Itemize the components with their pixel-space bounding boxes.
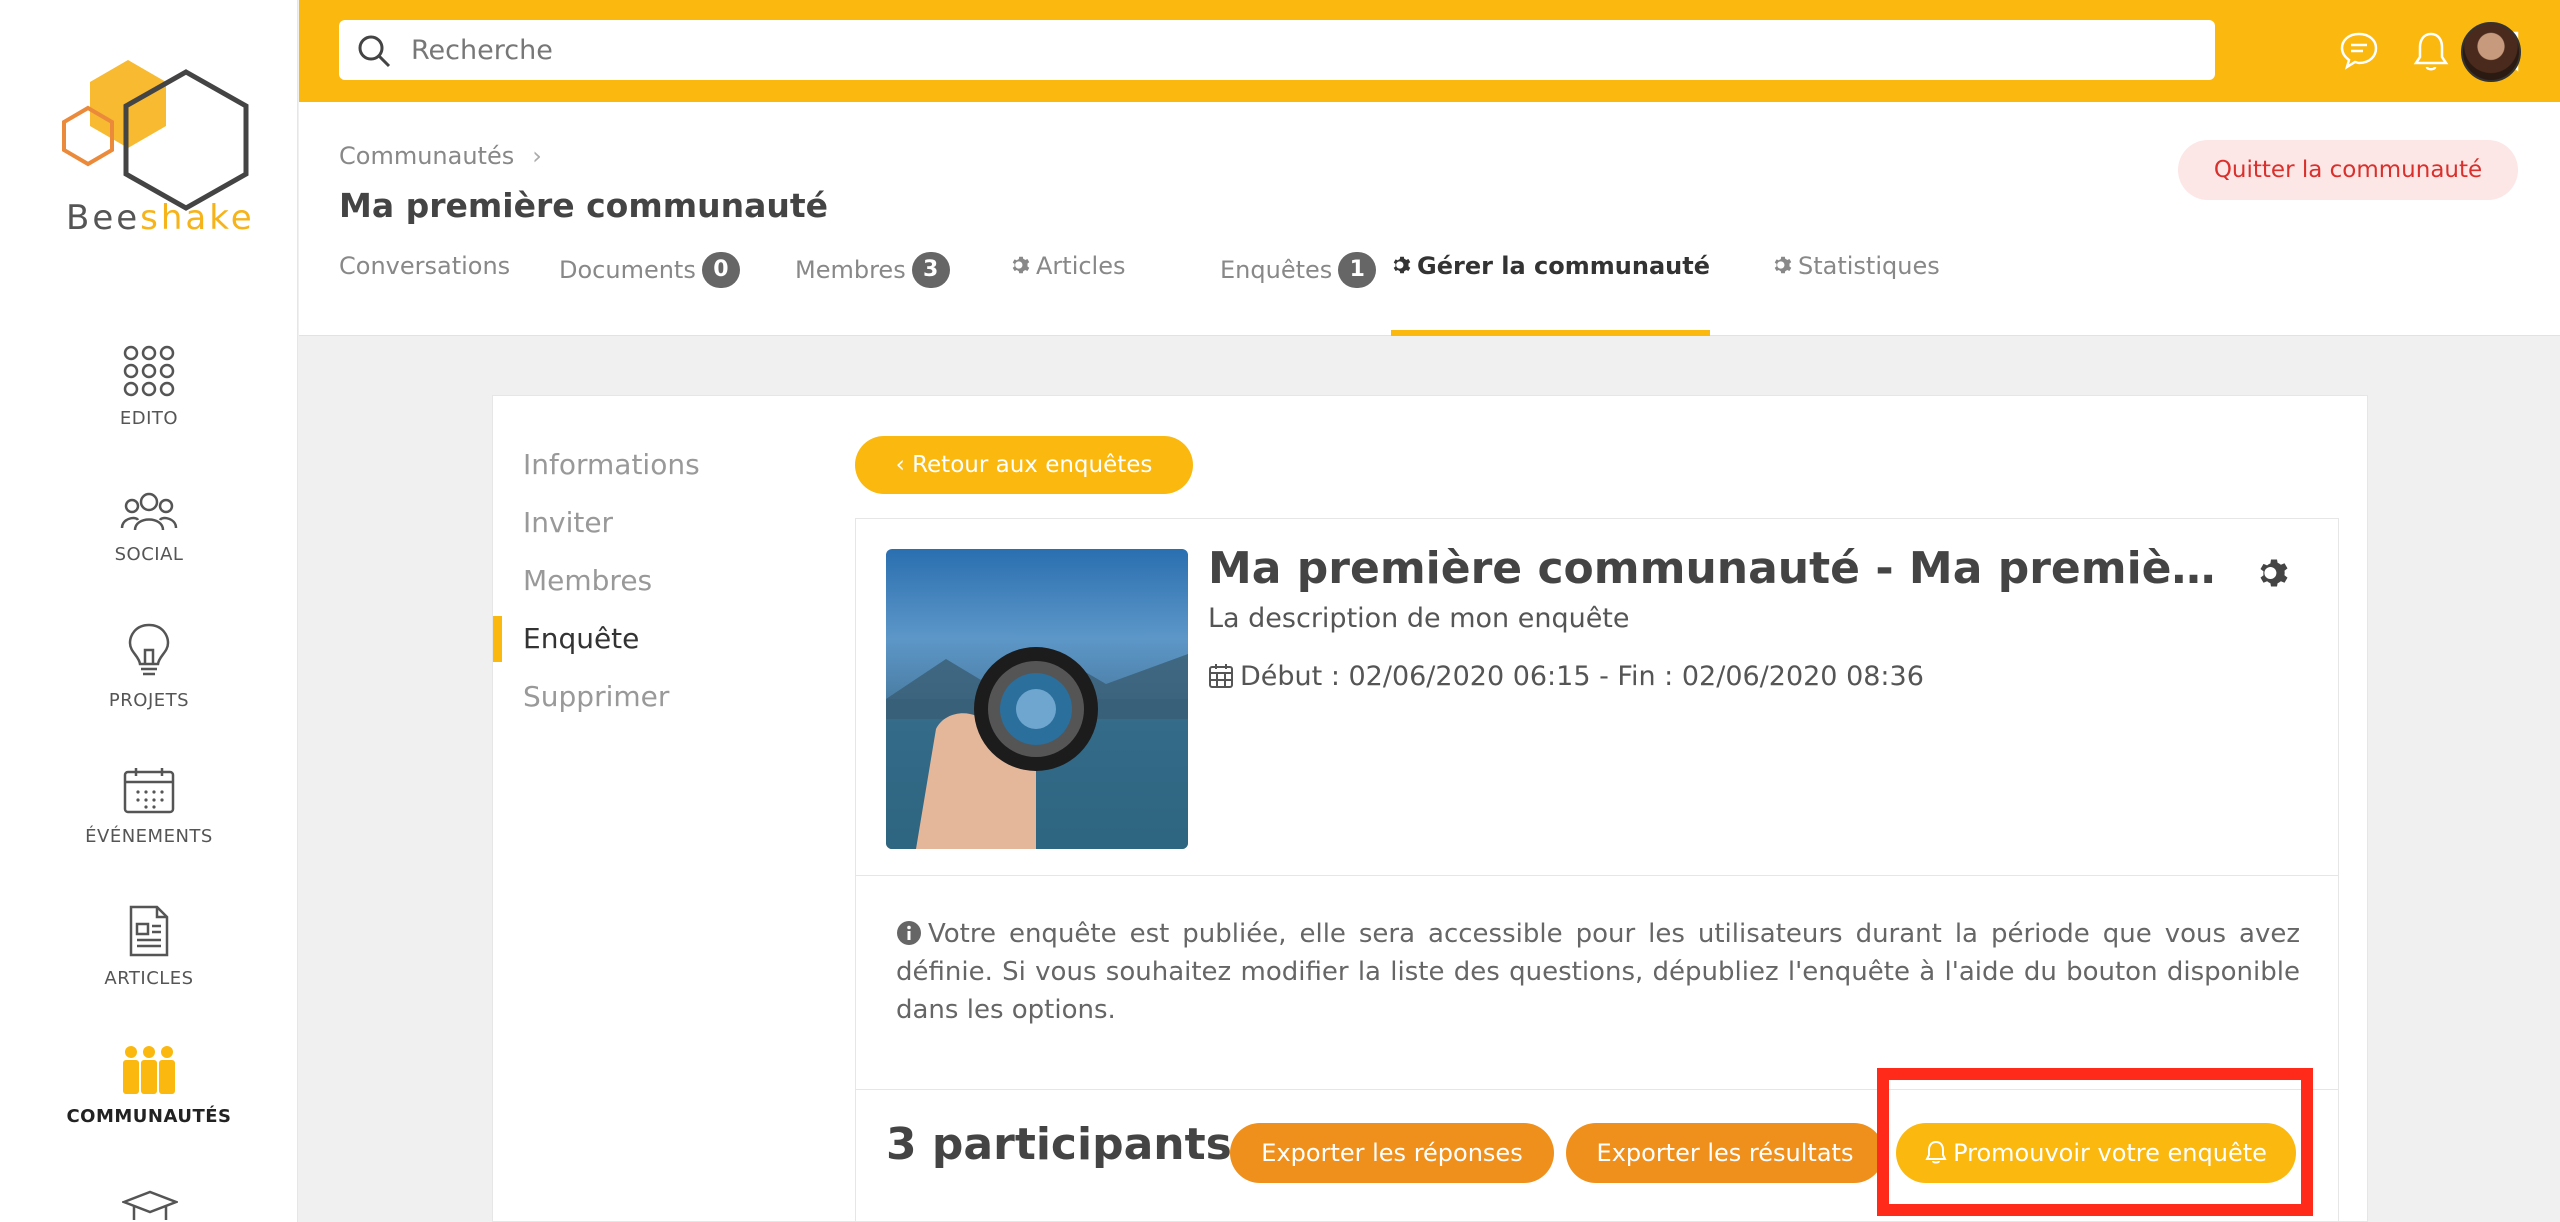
quit-community-button[interactable]: Quitter la communauté [2178,140,2518,200]
community-header: Communautés › Ma première communauté Quit… [299,102,2560,336]
subnav-inviter[interactable]: Inviter [493,494,813,552]
left-sidebar: Beeshake EDITO SOCIAL PROJETS ÉVÉNEMENTS… [0,0,298,1222]
sidebar-item-social[interactable]: SOCIAL [0,490,298,565]
page-title: Ma première communauté [339,186,829,225]
community-icon [123,1046,175,1094]
tab-articles[interactable]: Articles [1010,252,1126,336]
sidebar-item-evenements[interactable]: ÉVÉNEMENTS [0,766,298,847]
sidebar-item-communautes[interactable]: COMMUNAUTÉS [0,1044,298,1127]
sidebar-item-edito[interactable]: EDITO [0,344,298,429]
subnav-informations[interactable]: Informations [493,436,813,494]
survey-dates: Début : 02/06/2020 06:15 - Fin : 02/06/2… [1208,661,1924,692]
breadcrumb: Communautés › [339,142,542,170]
subnav-supprimer[interactable]: Supprimer [493,668,813,726]
publish-notice: Votre enquête est publiée, elle sera acc… [896,919,2300,1025]
search-box[interactable] [339,20,2215,80]
enquetes-count-badge: 1 [1338,252,1377,288]
chevron-left-icon: ‹ [895,452,913,478]
chevron-right-icon: › [532,142,542,170]
info-icon [897,921,921,945]
survey-description: La description de mon enquête [1208,603,1630,634]
user-avatar[interactable] [2461,22,2521,82]
subnav-enquete[interactable]: Enquête [493,610,813,668]
tab-gerer-communaute[interactable]: Gérer la communauté [1391,252,1710,336]
search-icon [358,35,391,68]
bell-icon[interactable] [2413,30,2449,72]
calendar-icon [123,768,175,814]
survey-settings-gear-icon[interactable] [2256,555,2292,591]
tab-conversations[interactable]: Conversations [339,252,510,336]
membres-count-badge: 3 [911,252,950,288]
sidebar-item-articles[interactable]: ARTICLES [0,904,298,989]
search-input[interactable] [411,30,2191,70]
calendar-icon [1209,664,1233,688]
export-results-button[interactable]: Exporter les résultats [1566,1123,1884,1183]
people-icon [120,492,178,531]
grid-dots-icon [123,345,175,397]
highlight-box [1877,1068,2313,1216]
sidebar-item-projets[interactable]: PROJETS [0,622,298,711]
top-bar [299,0,2560,102]
graduation-cap-icon[interactable] [122,1190,178,1222]
tab-statistiques[interactable]: Statistiques [1772,252,1940,336]
gear-icon [1012,256,1030,274]
subnav-membres[interactable]: Membres [493,552,813,610]
manage-subnav: Informations Inviter Membres Enquête Sup… [493,436,813,726]
participants-count: 3 participants [886,1119,1232,1170]
lightbulb-icon [128,623,170,676]
gear-icon [1774,256,1792,274]
survey-title: Ma première communauté - Ma première com… [1208,543,2228,594]
export-answers-button[interactable]: Exporter les réponses [1230,1123,1554,1183]
brand-name: Beeshake [66,198,255,238]
back-to-surveys-button[interactable]: ‹ Retour aux enquêtes [855,436,1193,494]
document-icon [129,905,169,957]
survey-thumbnail [886,549,1188,849]
documents-count-badge: 0 [701,252,740,288]
chat-icon[interactable] [2339,30,2379,70]
tab-documents[interactable]: Documents 0 [559,252,740,336]
breadcrumb-communautes[interactable]: Communautés [339,142,514,170]
divider [856,875,2338,876]
tab-enquetes[interactable]: Enquêtes 1 [1220,252,1377,336]
tab-membres[interactable]: Membres 3 [795,252,950,336]
gear-icon [1393,256,1411,274]
